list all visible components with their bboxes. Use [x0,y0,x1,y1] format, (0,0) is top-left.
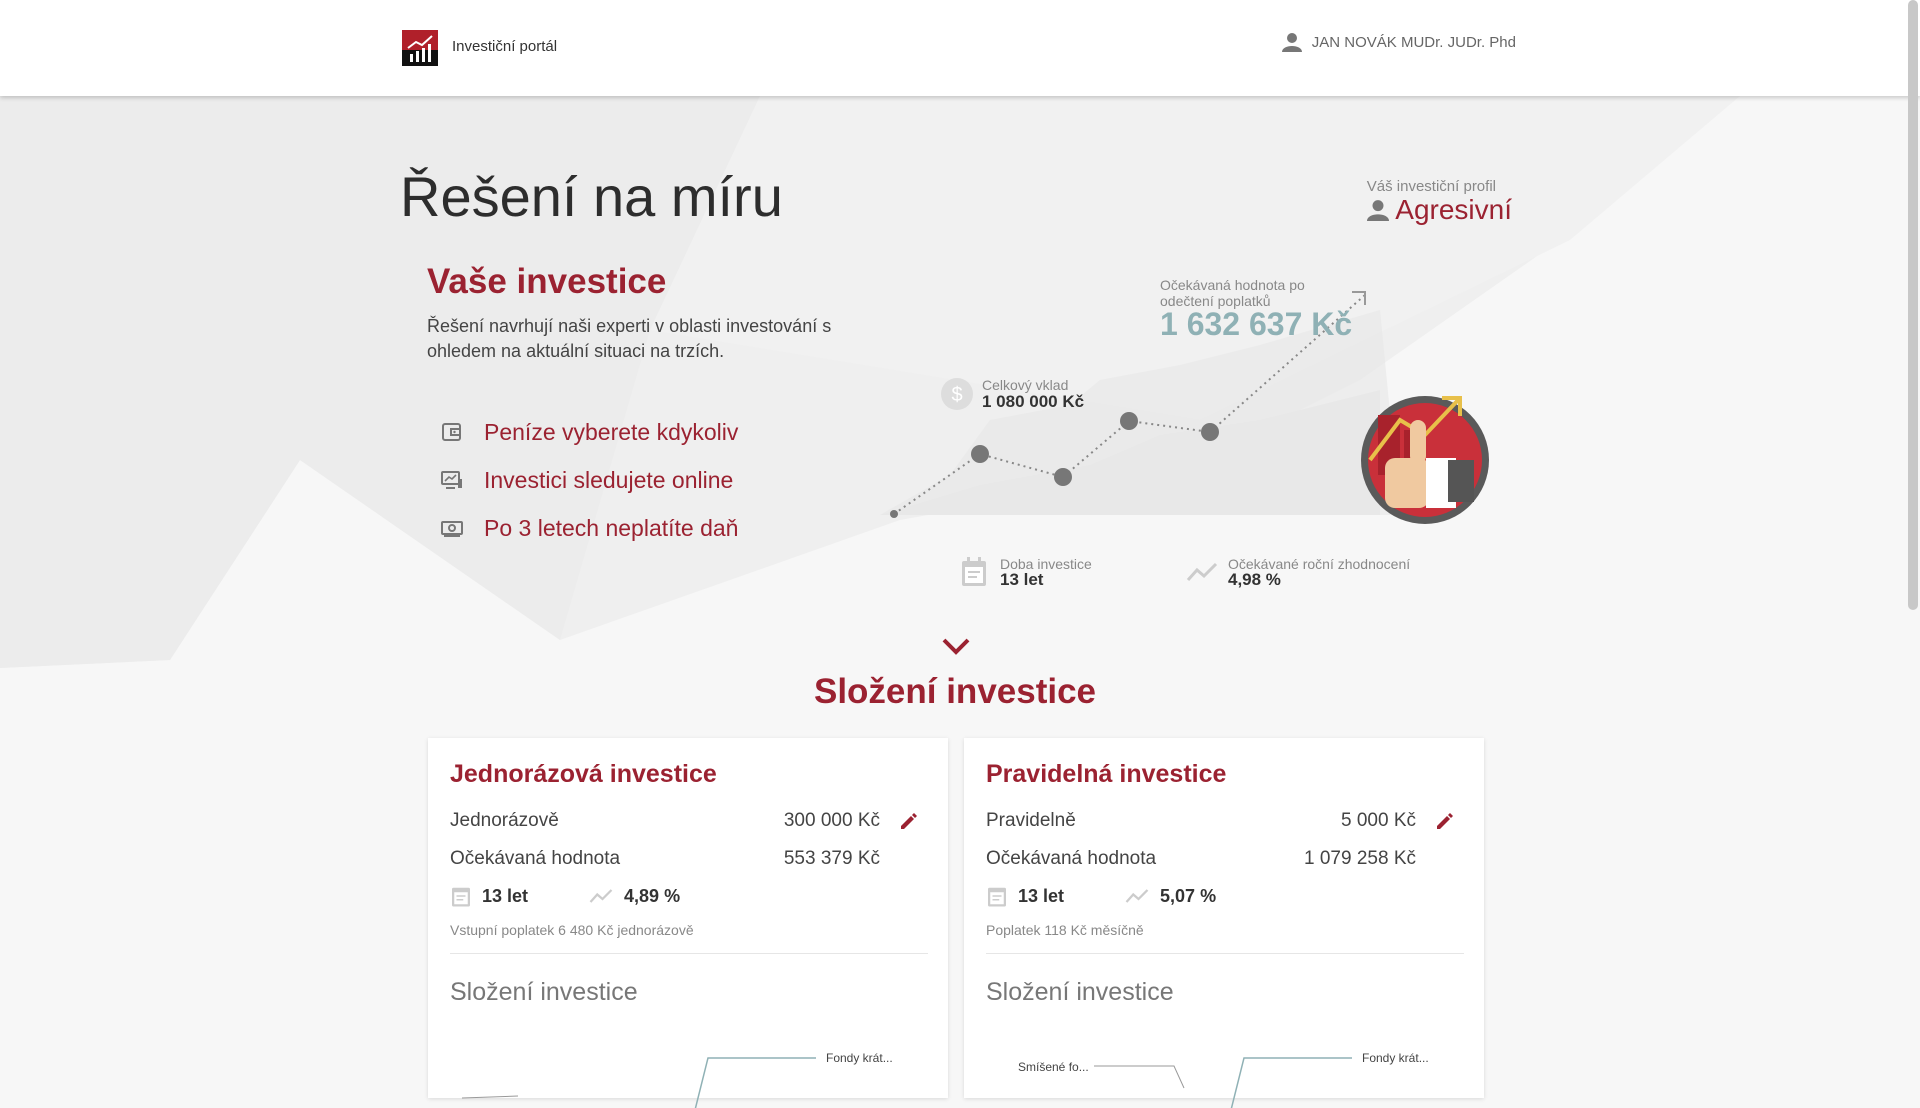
user-menu[interactable]: JAN NOVÁK MUDr. JUDr. Phd [1281,32,1516,52]
profile-value[interactable]: Agresivní [1367,194,1512,226]
amount-value: 300 000 Kč [783,810,880,831]
user-name: JAN NOVÁK MUDr. JUDr. Phd [1311,33,1516,51]
chart-label: Smíšené fo... [1018,1060,1089,1074]
svg-text:$: $ [951,384,962,406]
background-shapes [0,96,1920,668]
profile-label: Váš investiční profil [1366,178,1496,195]
yield-value: 4,98 % [1228,570,1281,589]
benefit-item: Po 3 letech neplatíte daň [440,504,738,552]
expected-row: Očekávaná hodnota 1 079 258 Kč [986,848,1416,870]
section-title: Složení investice [813,672,1097,711]
trend-icon [1186,562,1218,582]
amount-label: Jednorázově [450,810,559,831]
profile-value-text: Agresivní [1395,194,1512,225]
dollar-coin-icon: $ [941,378,973,410]
benefit-item: Peníze vyberete kdykoliv [440,408,738,456]
chart-label: Fondy krát... [1362,1051,1429,1065]
expected-value: 553 379 Kč [783,848,880,869]
card-meta: 13 let 4,89 % [450,884,680,908]
top-bar: Investiční portál JAN NOVÁK MUDr. JUDr. … [0,0,1920,96]
card-meta: 13 let 5,07 % [986,884,1216,908]
regular-card: Pravidelná investice Pravidelně 5 000 Kč… [964,738,1484,1108]
chart-label: Fondy krát... [826,1051,893,1065]
card-duration: 13 let [482,885,529,906]
calendar-icon [988,887,1006,907]
expected-label: Očekávaná hodnota [450,848,621,869]
user-icon [1281,33,1302,52]
amount-row: Pravidelně 5 000 Kč [986,810,1416,832]
trend-icon [589,889,613,903]
edit-icon[interactable] [1434,812,1454,832]
wallet-icon [440,420,464,444]
amount-row: Jednorázově 300 000 Kč [450,810,880,832]
expected-value: 1 079 258 Kč [1304,848,1416,869]
benefit-item: Investici sledujete online [440,456,738,504]
deposit-value: 1 080 000 Kč [982,392,1085,411]
amount-label: Pravidelně [986,810,1076,831]
benefits-list: Peníze vyberete kdykoliv Investici sledu… [440,408,738,552]
card-title: Pravidelná investice [986,760,1227,788]
amount-value: 5 000 Kč [1341,810,1416,831]
edit-icon[interactable] [898,812,918,832]
card-duration: 13 let [1018,885,1065,906]
composition-title: Složení investice [450,978,638,1006]
calendar-icon [962,557,986,586]
card-yield: 4,89 % [624,885,681,906]
expected-label: Očekávaná hodnota po odečtení poplatků [1160,277,1305,309]
divider [986,953,1464,954]
card-title: Jednorázová investice [450,760,717,788]
composition-title: Složení investice [986,978,1174,1006]
monitor-chart-icon [440,468,464,492]
expected-row: Očekávaná hodnota 553 379 Kč [450,848,880,870]
benefit-label: Investici sledujete online [484,466,734,493]
composition-chart [461,1057,816,1108]
scrollbar[interactable] [1908,0,1918,610]
lump-sum-card: Jednorázová investice Jednorázově 300 00… [428,738,948,1108]
duration-value: 13 let [1000,570,1044,589]
divider [450,953,928,954]
deposit-label: Celkový vklad [982,377,1069,393]
expected-value: 1 632 637 Kč [1160,306,1353,342]
investment-title: Vaše investice [427,262,667,301]
card-yield: 5,07 % [1160,885,1217,906]
calendar-icon [452,887,470,907]
card-fee: Vstupní poplatek 6 480 Kč jednorázově [450,922,694,938]
brand-name[interactable]: Investiční portál [452,38,557,55]
investment-description: Řešení navrhují naši experti v oblasti i… [427,316,832,361]
chevron-down-icon[interactable] [941,636,971,656]
user-icon [1367,200,1390,221]
page-title: Řešení na míru [400,165,783,228]
benefit-label: Peníze vyberete kdykoliv [484,418,739,445]
portal-logo[interactable] [402,30,438,66]
trend-icon [1125,889,1149,903]
benefit-label: Po 3 letech neplatíte daň [484,514,739,541]
card-fee: Poplatek 118 Kč měsíčně [986,922,1144,938]
thumbs-up-icon [1361,396,1489,524]
cash-icon [440,516,464,540]
expected-label: Očekávaná hodnota [986,848,1157,869]
